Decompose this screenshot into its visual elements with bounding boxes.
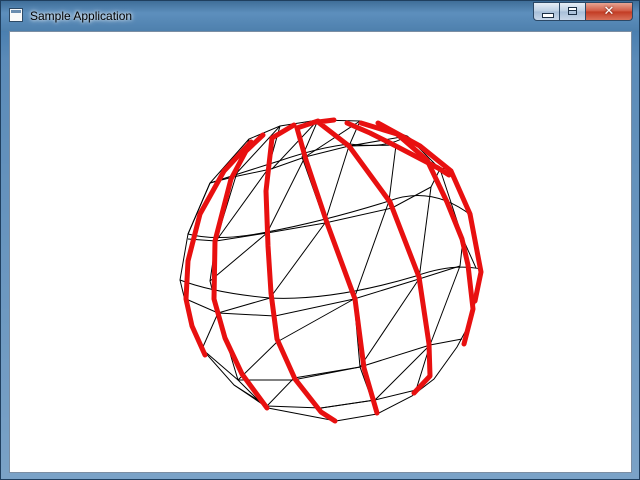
window-title: Sample Application	[30, 9, 133, 23]
minimize-icon	[542, 13, 554, 18]
close-button[interactable]: ✕	[586, 2, 633, 21]
maximize-icon	[568, 7, 577, 15]
application-window: Sample Application ✕	[0, 0, 640, 480]
close-icon: ✕	[603, 4, 615, 19]
render-canvas[interactable]	[9, 31, 632, 473]
window-app-icon[interactable]	[9, 8, 23, 22]
sphere-scene	[179, 117, 484, 424]
minimize-button[interactable]	[533, 2, 560, 21]
maximize-button[interactable]	[560, 2, 586, 21]
caption-buttons: ✕	[533, 2, 633, 22]
title-bar[interactable]: Sample Application ✕	[1, 1, 639, 31]
